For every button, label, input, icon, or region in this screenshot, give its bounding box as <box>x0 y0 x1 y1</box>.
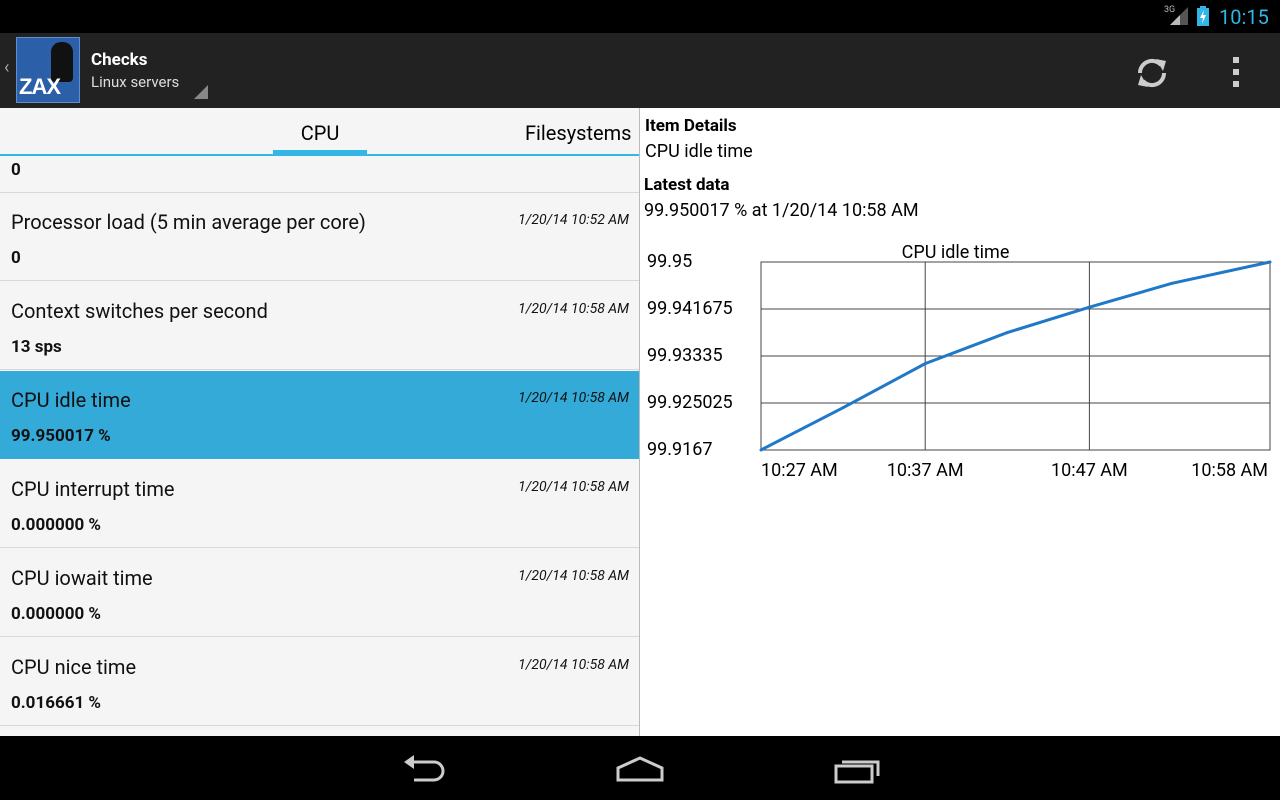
item-timestamp: 1/20/14 10:52 AM <box>518 212 629 228</box>
item-name: CPU nice time <box>11 655 137 679</box>
spinner-corner-icon <box>194 85 208 99</box>
list-item[interactable]: CPU iowait time 1/20/14 10:58 AM 0.00000… <box>0 549 639 637</box>
signal-icon <box>1170 7 1188 25</box>
item-timestamp: 1/20/14 10:58 AM <box>518 479 629 495</box>
data-point <box>1169 281 1173 285</box>
data-point <box>759 448 763 452</box>
chart-title: CPU idle time <box>902 242 1010 263</box>
item-value: 99.950017 % <box>11 426 111 446</box>
navigation-bar <box>0 736 1280 800</box>
latest-data-value: 99.950017 % at 1/20/14 10:58 AM <box>644 200 919 221</box>
list-item[interactable]: Context switches per second 1/20/14 10:5… <box>0 282 639 370</box>
item-details-heading: Item Details <box>645 116 737 136</box>
list-item[interactable]: Processor load (5 min average per core) … <box>0 193 639 281</box>
y-tick-label: 99.925025 <box>647 392 733 413</box>
item-details-name: CPU idle time <box>645 141 753 162</box>
item-name: CPU iowait time <box>11 566 153 590</box>
data-point <box>923 362 927 366</box>
y-tick-label: 99.941675 <box>647 298 733 319</box>
tab-filesystems-label: Filesystems <box>525 121 632 145</box>
item-details-pane: Item Details CPU idle time Latest data 9… <box>640 108 1280 736</box>
item-value: 0.016661 % <box>11 693 101 713</box>
tab-cpu-label: CPU <box>300 121 340 145</box>
item-timestamp: 1/20/14 10:58 AM <box>518 390 629 406</box>
data-point <box>841 406 845 410</box>
list-item[interactable]: 0 <box>0 156 639 193</box>
list-item-selected[interactable]: CPU idle time 1/20/14 10:58 AM 99.950017… <box>0 371 639 459</box>
status-bar: 3G 10:15 <box>0 0 1280 33</box>
latest-data-heading: Latest data <box>644 175 730 195</box>
data-point <box>1005 331 1009 335</box>
item-name: Context switches per second <box>11 299 268 323</box>
item-name: CPU interrupt time <box>11 477 175 501</box>
item-value: 0 <box>11 248 21 268</box>
item-name: CPU idle time <box>11 388 131 412</box>
up-caret-icon[interactable]: ‹ <box>4 59 9 77</box>
y-tick-label: 99.93335 <box>647 345 723 366</box>
back-icon[interactable] <box>396 750 452 786</box>
app-logo[interactable]: ZAX <box>16 37 80 103</box>
item-timestamp: 1/20/14 10:58 AM <box>518 301 629 317</box>
action-bar-subtitle: Linux servers <box>91 73 180 91</box>
item-name: Processor load (5 min average per core) <box>11 210 366 234</box>
data-point <box>1268 260 1272 264</box>
x-tick-label: 10:27 AM <box>761 460 838 481</box>
clock: 10:15 <box>1219 5 1269 29</box>
action-bar-title: Checks <box>91 50 148 70</box>
logo-text: ZAX <box>19 74 61 99</box>
item-value: 13 sps <box>11 337 62 357</box>
home-icon[interactable] <box>612 750 668 786</box>
battery-icon <box>1197 6 1209 26</box>
tab-filesystems[interactable]: Filesystems <box>525 108 632 156</box>
tab-cpu[interactable]: CPU <box>273 108 367 156</box>
item-timestamp: 1/20/14 10:58 AM <box>518 568 629 584</box>
recents-icon[interactable] <box>830 750 886 786</box>
x-tick-label: 10:58 AM <box>1191 460 1268 481</box>
y-tick-label: 99.95 <box>647 251 692 272</box>
item-value: 0.000000 % <box>11 515 101 535</box>
x-tick-label: 10:47 AM <box>1051 460 1128 481</box>
cpu-idle-chart: 99.95 99.941675 99.93335 99.925025 99.9167 10… <box>647 242 1272 481</box>
overflow-menu-icon[interactable] <box>1226 53 1246 93</box>
refresh-icon[interactable] <box>1130 53 1174 93</box>
tab-strip: CPU Filesystems <box>0 108 639 156</box>
x-tick-label: 10:37 AM <box>887 460 964 481</box>
item-value: 0.000000 % <box>11 604 101 624</box>
item-value: 0 <box>11 160 21 180</box>
action-bar: ‹ ZAX Checks Linux servers <box>0 33 1280 108</box>
item-timestamp: 1/20/14 10:58 AM <box>518 657 629 673</box>
item-list-pane: CPU Filesystems 0 Processor load (5 min … <box>0 108 639 736</box>
list-item[interactable]: CPU interrupt time 1/20/14 10:58 AM 0.00… <box>0 460 639 548</box>
list-item[interactable]: CPU nice time 1/20/14 10:58 AM 0.016661 … <box>0 638 639 726</box>
y-tick-label: 99.9167 <box>647 439 712 460</box>
data-point <box>1087 305 1091 309</box>
